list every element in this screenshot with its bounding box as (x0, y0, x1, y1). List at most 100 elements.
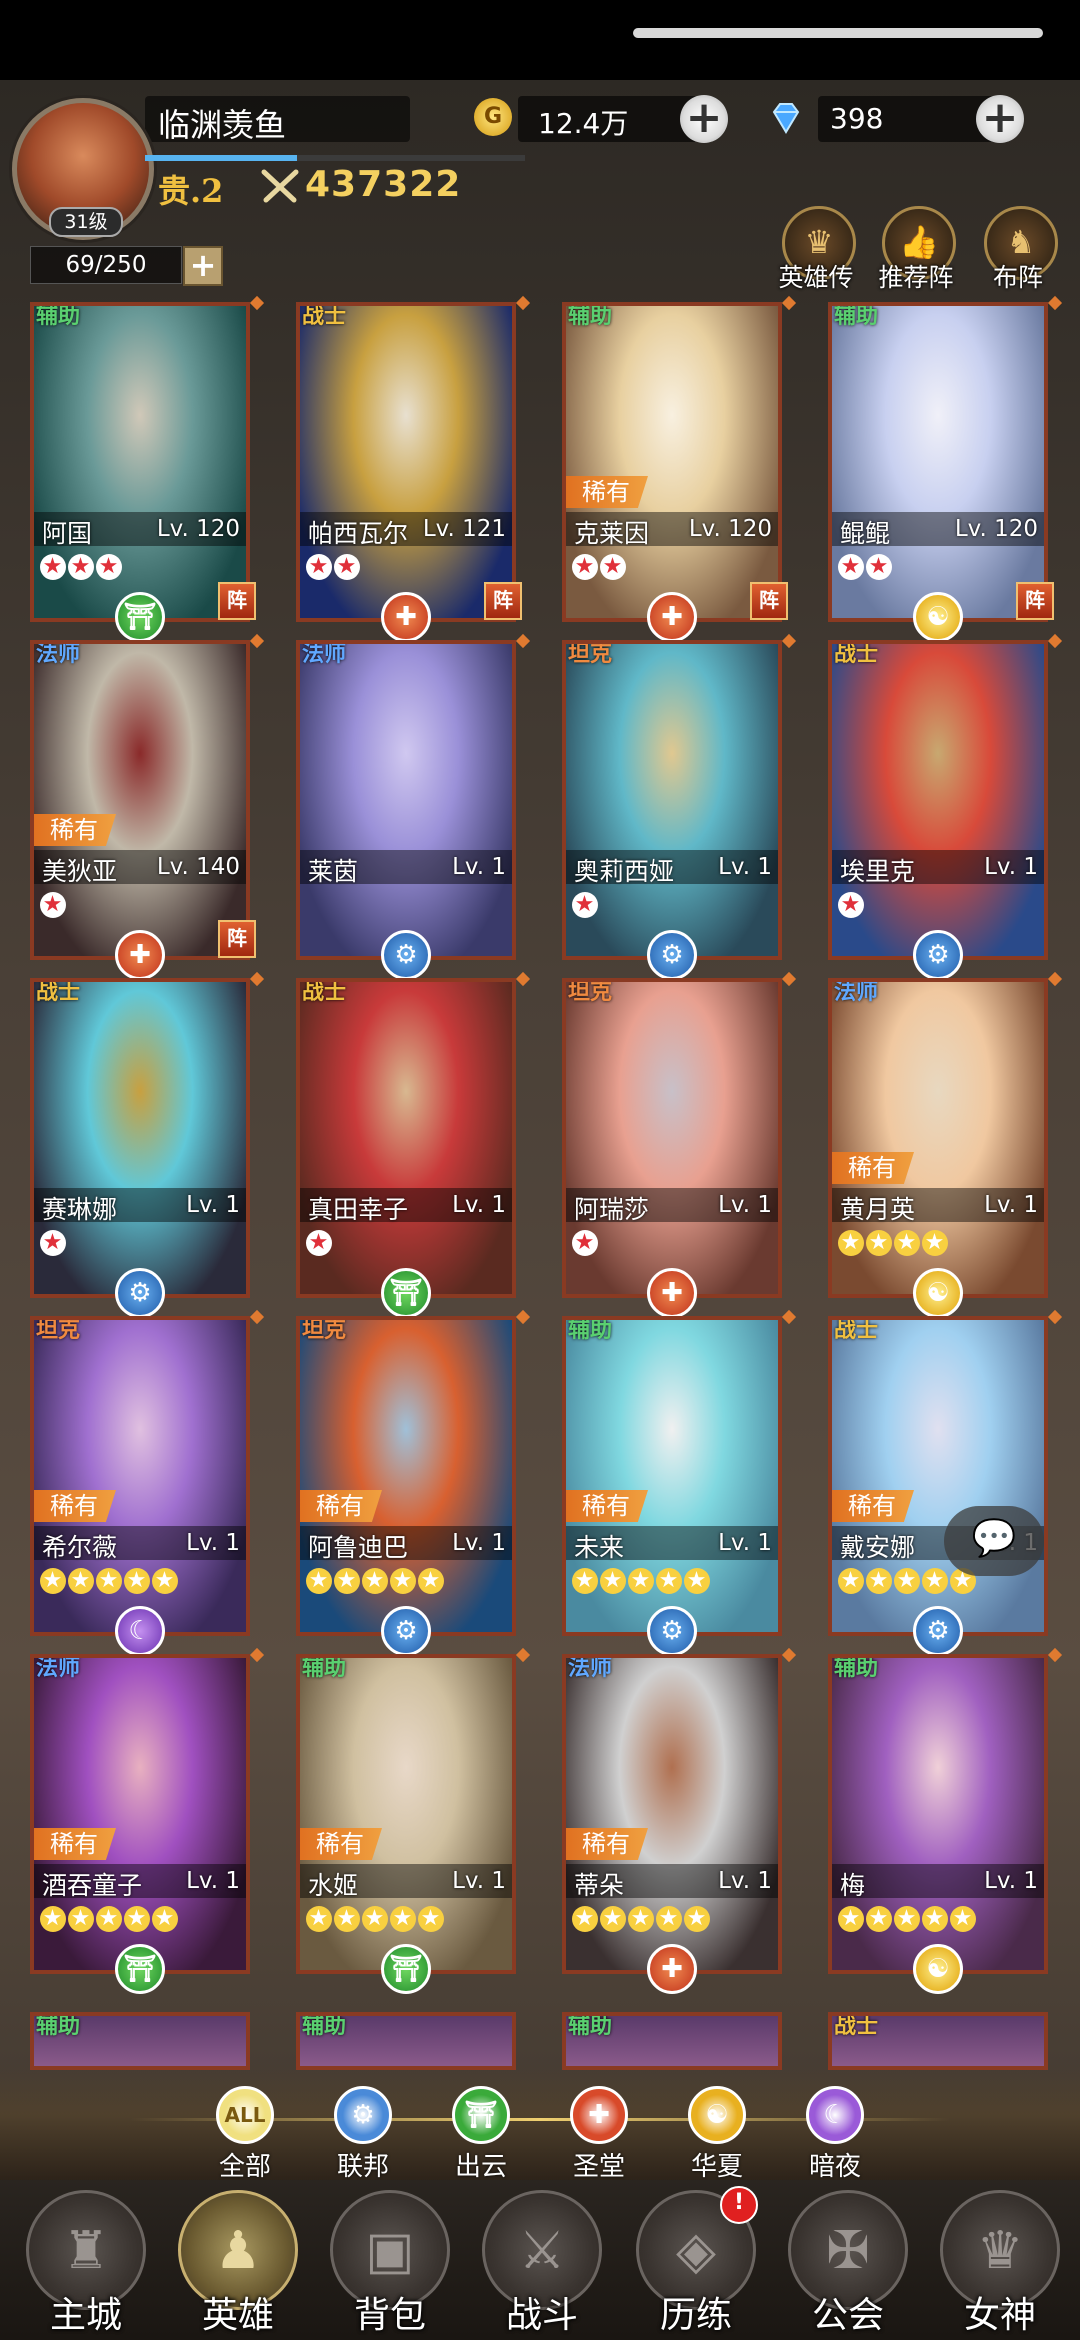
star-icon: ★ (362, 1568, 388, 1594)
hero-card[interactable]: 法师 稀有 美狄亚 Lv. 140 ★ (30, 640, 250, 960)
add-gems-button[interactable]: + (976, 95, 1024, 143)
gold-value: 12.4万 (538, 107, 629, 140)
hero-card[interactable]: 辅助 鲲鲲 Lv. 120 ★ ★ (828, 302, 1048, 622)
hero-level: Lv. 1 (186, 1192, 240, 1218)
star-rating: ★ ★ ★ ★ ★ (40, 1564, 180, 1594)
filter-label: 出云 (454, 2152, 507, 2182)
star-icon: ★ (152, 1906, 178, 1932)
filter-label: 暗夜 (808, 2152, 861, 2182)
hero-name: 黄月英 (840, 1195, 916, 1224)
hero-name: 阿国 (42, 519, 93, 548)
hero-card[interactable]: 法师 莱茵 Lv. 1 (296, 640, 516, 960)
faction-filter-icon: ✚ (570, 2086, 628, 2144)
hero-card[interactable]: 辅助 稀有 未来 Lv. 1 ★ ★ ★ ★ ★ (562, 1316, 782, 1636)
status-bar (0, 0, 1080, 80)
hero-card[interactable]: 辅助 稀有 克莱因 Lv. 120 ★ ★ (562, 302, 782, 622)
filter-2[interactable]: ⚙ 联邦 (318, 2086, 408, 2186)
hero-class-badge: 坦克 (568, 980, 613, 1005)
nav-6[interactable]: ✠ 公会 (778, 2190, 918, 2340)
expand-capacity-button[interactable]: + (183, 246, 223, 286)
star-icon: ★ (390, 1906, 416, 1932)
hero-card[interactable]: 辅助 (30, 2012, 250, 2070)
star-rating: ★ (838, 888, 866, 918)
star-rating: ★ ★ ★ ★ ★ (306, 1564, 446, 1594)
rare-badge: 稀有 (566, 1828, 648, 1860)
hero-card[interactable]: 辅助 稀有 水姬 Lv. 1 ★ ★ ★ ★ ★ (296, 1654, 516, 1974)
star-icon: ★ (628, 1906, 654, 1932)
hero-class-badge: 辅助 (302, 2014, 347, 2039)
star-icon: ★ (894, 1568, 920, 1594)
nav-7[interactable]: ♛ 女神 (930, 2190, 1070, 2340)
xp-bar-fill (145, 155, 297, 161)
filter-6[interactable]: ☾ 暗夜 (790, 2086, 880, 2186)
hero-card[interactable]: 辅助梅 Lv. 1 ★ ★ ★ ★ ★ (828, 1654, 1048, 1974)
hero-class-badge: 战士 (302, 980, 347, 1005)
cloud-faction-icon: ⛩ (381, 1268, 431, 1318)
star-icon: ★ (838, 1568, 864, 1594)
hero-card[interactable]: 坦克 阿瑞莎 Lv. 1 ★ (562, 978, 782, 1298)
crossed-swords-icon (261, 169, 299, 203)
hero-card[interactable]: 法师 稀有 黄月英 Lv. 1 ★ ★ ★ ★ (828, 978, 1048, 1298)
star-rating: ★ ★ ★ ★ (838, 1226, 950, 1256)
hero-card[interactable]: 坦克 稀有 阿鲁迪巴 Lv. 1 ★ ★ ★ ★ ★ (296, 1316, 516, 1636)
top-button-2[interactable]: 👍 推荐阵 (876, 206, 956, 296)
hero-card[interactable]: 战士 赛琳娜 Lv. 1 ★ (30, 978, 250, 1298)
filter-label: 圣堂 (572, 2152, 625, 2182)
hero-class-badge: 战士 (302, 304, 347, 329)
star-icon: ★ (152, 1568, 178, 1594)
hero-card[interactable]: 坦克 稀有 希尔薇 Lv. 1 ★ ★ ★ ★ ★ (30, 1316, 250, 1636)
filter-5[interactable]: ☯ 华夏 (672, 2086, 762, 2186)
star-icon: ★ (922, 1230, 948, 1256)
add-gold-button[interactable]: + (680, 95, 728, 143)
hero-class-badge: 坦克 (302, 1318, 347, 1343)
hero-card[interactable]: 法师 稀有 蒂朵 Lv. 1 ★ ★ ★ ★ ★ (562, 1654, 782, 1974)
union-faction-icon: ⚙ (381, 1606, 431, 1656)
star-icon: ★ (866, 1906, 892, 1932)
hero-name: 奥莉西娅 (574, 857, 675, 886)
filter-3[interactable]: ⛩ 出云 (436, 2086, 526, 2186)
hero-card[interactable]: 辅助 (296, 2012, 516, 2070)
nav-1[interactable]: ♜ 主城 (16, 2190, 156, 2340)
hero-level: Lv. 1 (452, 1868, 506, 1894)
hero-card[interactable]: 战士 (828, 2012, 1048, 2070)
nav-3[interactable]: ▣ 背包 (320, 2190, 460, 2340)
hero-card[interactable]: 辅助 阿国 Lv. 120 ★ ★ ★ (30, 302, 250, 622)
player-avatar[interactable]: 31级 (12, 98, 154, 240)
hero-card[interactable]: 战士 真田幸子 Lv. 1 ★ (296, 978, 516, 1298)
star-rating: ★ ★ ★ ★ ★ (572, 1564, 712, 1594)
china-faction-icon: ☯ (913, 1268, 963, 1318)
chat-button[interactable]: 💬 (944, 1506, 1044, 1576)
hero-level: Lv. 1 (452, 1530, 506, 1556)
hero-card[interactable]: 坦克 奥莉西娅 Lv. 1 ★ (562, 640, 782, 960)
hero-card[interactable]: 战士 帕西瓦尔 Lv. 121 ★ ★ (296, 302, 516, 622)
hero-card[interactable]: 战士稀有戴安娜Lv. 1★★★★★ (828, 1316, 1048, 1636)
filter-1[interactable]: ALL 全部 (200, 2086, 290, 2186)
rare-badge: 稀有 (34, 1490, 116, 1522)
hero-class-badge: 辅助 (36, 304, 81, 329)
star-icon: ★ (40, 1568, 66, 1594)
hero-name: 美狄亚 (42, 857, 118, 886)
nav-2[interactable]: ♟ 英雄 (168, 2190, 308, 2340)
faction-filter-icon: ☾ (806, 2086, 864, 2144)
hero-class-badge: 法师 (302, 642, 347, 667)
hero-class-badge: 辅助 (568, 2014, 613, 2039)
hero-name: 鲲鲲 (840, 519, 891, 548)
hero-level: Lv. 120 (954, 516, 1038, 542)
top-button-3[interactable]: ♞ 布阵 (978, 206, 1058, 296)
rare-badge: 稀有 (300, 1828, 382, 1860)
star-rating: ★ ★ ★ ★ ★ (306, 1902, 446, 1932)
hero-name: 戴安娜 (840, 1533, 916, 1562)
hero-card[interactable]: 法师 稀有 酒吞童子 Lv. 1 ★ ★ ★ ★ ★ (30, 1654, 250, 1974)
star-icon: ★ (40, 1906, 66, 1932)
vip-level[interactable]: 贵.2 (158, 166, 223, 212)
star-icon: ★ (922, 1568, 948, 1594)
nav-4[interactable]: ⚔ 战斗 (472, 2190, 612, 2340)
hero-class-badge: 辅助 (36, 2014, 81, 2039)
hero-card[interactable]: 战士 埃里克 Lv. 1 ★ (828, 640, 1048, 960)
hero-class-badge: 辅助 (302, 1656, 347, 1681)
hero-card[interactable]: 辅助 (562, 2012, 782, 2070)
star-icon: ★ (418, 1906, 444, 1932)
filter-4[interactable]: ✚ 圣堂 (554, 2086, 644, 2186)
top-button-1[interactable]: ♛ 英雄传 (776, 206, 856, 296)
nav-5[interactable]: ◈ 历练! (626, 2186, 766, 2340)
